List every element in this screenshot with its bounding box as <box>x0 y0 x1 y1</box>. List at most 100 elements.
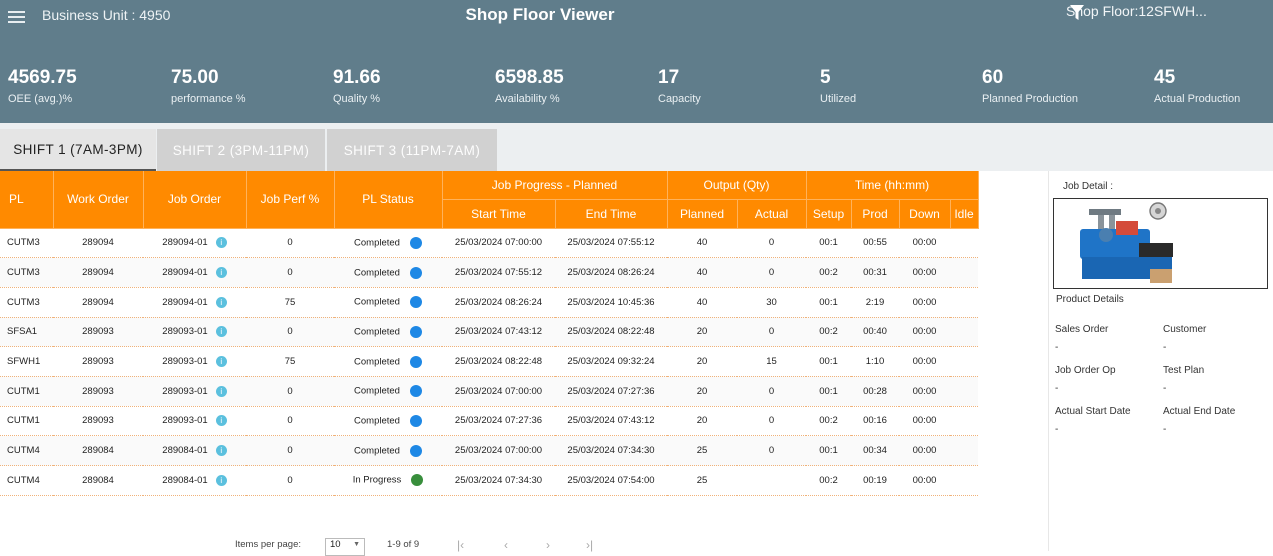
info-icon[interactable]: i <box>215 237 227 249</box>
cell-actual: 30 <box>737 287 806 318</box>
info-icon[interactable]: i <box>215 415 227 427</box>
prev-page-icon[interactable]: ‹ <box>504 538 508 552</box>
table-row[interactable]: SFWH1 289093 289093-01 i 75 Completed 25/03/20… <box>0 346 978 377</box>
job-order-text: 289094-01 <box>162 237 208 249</box>
cell-job-perf: 75 <box>246 287 334 318</box>
cell-prod: 00:19 <box>851 465 899 496</box>
next-page-icon[interactable]: › <box>546 538 550 552</box>
cell-job-order: 289093-01 i <box>143 376 246 407</box>
job-order-op-value: - <box>1055 383 1059 394</box>
actual-end-date-value: - <box>1163 424 1167 435</box>
col-header-prod[interactable]: Prod <box>851 199 900 229</box>
info-icon[interactable]: i <box>215 445 227 457</box>
table-row[interactable]: SFSA1 289093 289093-01 i 0 Completed 25/03/202… <box>0 317 978 348</box>
page-size-select[interactable]: 10 ▼ <box>325 538 365 556</box>
page-range: 1-9 of 9 <box>387 539 420 550</box>
cell-actual: 0 <box>737 257 806 288</box>
col-header-pl[interactable]: PL <box>0 171 54 229</box>
cell-start-time: 25/03/2024 07:00:00 <box>442 376 555 407</box>
status-dot-icon <box>409 325 422 338</box>
cell-work-order: 289093 <box>53 406 143 437</box>
col-header-idle[interactable]: Idle <box>950 199 979 229</box>
cell-idle <box>950 346 978 377</box>
kpi-utilized: 5 Utilized <box>820 67 856 105</box>
col-header-down[interactable]: Down <box>899 199 951 229</box>
page-title: Shop Floor Viewer <box>465 5 615 24</box>
job-order-text: 289084-01 <box>162 474 208 486</box>
kpi-value: 60 <box>982 67 1004 88</box>
kpi-capacity: 17 Capacity <box>658 67 701 105</box>
cell-pl: CUTM3 <box>0 228 53 259</box>
cell-job-perf: 0 <box>246 257 334 288</box>
cell-idle <box>950 257 978 288</box>
filter-icon[interactable] <box>1070 5 1084 21</box>
product-details-label: Product Details <box>1056 294 1124 305</box>
cell-down: 00:00 <box>899 228 950 259</box>
col-header-end-time[interactable]: End Time <box>555 199 668 229</box>
table-row[interactable]: CUTM1 289093 289093-01 i 0 Completed 25/03/202… <box>0 406 978 437</box>
actual-start-date-value: - <box>1055 424 1059 435</box>
shop-floor-selector[interactable]: Shop Floor:12SFWH... <box>1066 3 1207 19</box>
cell-pl-status: In Progress <box>334 465 442 496</box>
cell-actual: 0 <box>737 376 806 407</box>
table-row[interactable]: CUTM4 289084 289084-01 i 0 Completed 25/03/202… <box>0 435 978 466</box>
info-icon[interactable]: i <box>215 326 227 338</box>
job-order-text: 289093-01 <box>162 415 208 427</box>
cell-start-time: 25/03/2024 08:22:48 <box>442 346 555 377</box>
cell-down: 00:00 <box>899 287 950 318</box>
items-per-page-label: Items per page: <box>235 539 302 550</box>
table-row[interactable]: CUTM3 289094 289094-01 i 0 Completed 25/03/202… <box>0 228 978 259</box>
kpi-label: Capacity <box>658 93 701 105</box>
cell-end-time: 25/03/2024 09:32:24 <box>555 346 667 377</box>
cell-actual: 0 <box>737 435 806 466</box>
col-header-work-order[interactable]: Work Order <box>53 171 144 229</box>
cell-start-time: 25/03/2024 07:27:36 <box>442 406 555 437</box>
cell-idle <box>950 376 978 407</box>
tab-shift-2[interactable]: SHIFT 2 (3PM-11PM) <box>157 129 325 171</box>
actual-start-date-label: Actual Start Date <box>1055 406 1131 417</box>
info-icon[interactable]: i <box>215 474 227 486</box>
col-header-pl-status[interactable]: PL Status <box>334 171 443 229</box>
status-dot-icon <box>411 474 424 487</box>
cell-prod: 00:28 <box>851 376 899 407</box>
cell-job-order: 289084-01 i <box>143 435 246 466</box>
kpi-value: 75.00 <box>171 67 219 88</box>
kpi-label: performance % <box>171 93 246 105</box>
table-row[interactable]: CUTM3 289094 289094-01 i 75 Completed 25/03/20… <box>0 287 978 318</box>
col-header-setup[interactable]: Setup <box>806 199 852 229</box>
cell-pl: CUTM1 <box>0 406 53 437</box>
col-header-start-time[interactable]: Start Time <box>442 199 556 229</box>
cell-start-time: 25/03/2024 07:55:12 <box>442 257 555 288</box>
table-row[interactable]: CUTM3 289094 289094-01 i 0 Completed 25/03/202… <box>0 257 978 288</box>
table-row[interactable]: CUTM1 289093 289093-01 i 0 Completed 25/03/202… <box>0 376 978 407</box>
cell-job-order: 289093-01 i <box>143 346 246 377</box>
info-icon[interactable]: i <box>215 356 227 368</box>
kpi-value: 6598.85 <box>495 67 564 88</box>
cell-pl-status: Completed <box>334 317 442 348</box>
cell-planned: 40 <box>667 228 737 259</box>
last-page-icon[interactable]: ›| <box>586 538 593 552</box>
tab-shift-1[interactable]: SHIFT 1 (7AM-3PM) <box>0 129 156 171</box>
info-icon[interactable]: i <box>215 267 227 279</box>
kpi-label: Actual Production <box>1154 93 1241 105</box>
cell-actual: 0 <box>737 317 806 348</box>
first-page-icon[interactable]: |‹ <box>457 538 464 552</box>
col-header-actual[interactable]: Actual <box>737 199 807 229</box>
info-icon[interactable]: i <box>215 296 227 308</box>
cell-job-perf: 0 <box>246 228 334 259</box>
col-header-job-perf[interactable]: Job Perf % <box>246 171 335 229</box>
cell-pl-status: Completed <box>334 376 442 407</box>
status-dot-icon <box>409 385 422 398</box>
tab-shift-3[interactable]: SHIFT 3 (11PM-7AM) <box>327 129 497 171</box>
col-header-job-order[interactable]: Job Order <box>143 171 247 229</box>
cell-pl-status: Completed <box>334 346 442 377</box>
info-icon[interactable]: i <box>215 385 227 397</box>
col-header-planned[interactable]: Planned <box>667 199 738 229</box>
status-text: Completed <box>354 326 400 338</box>
cell-job-order: 289093-01 i <box>143 317 246 348</box>
cell-planned: 20 <box>667 346 737 377</box>
cell-idle <box>950 287 978 318</box>
status-text: Completed <box>354 237 400 249</box>
cell-pl: SFWH1 <box>0 346 53 377</box>
table-row[interactable]: CUTM4 289084 289084-01 i 0 In Progress 25/03/2… <box>0 465 978 496</box>
